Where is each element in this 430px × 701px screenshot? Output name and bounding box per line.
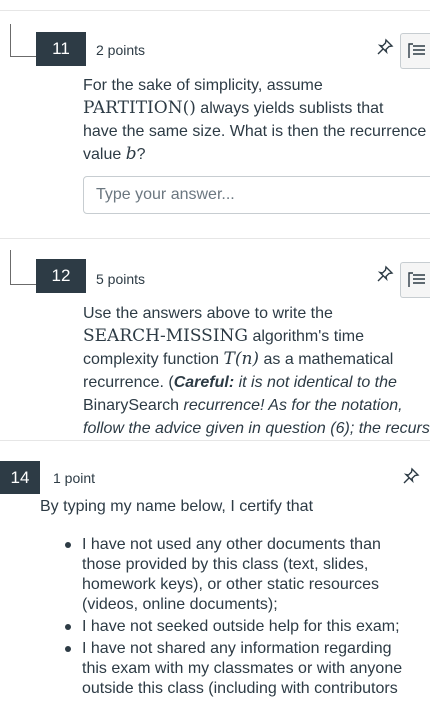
flag-question-button[interactable] (400, 262, 430, 298)
flag-question-icon (408, 43, 425, 58)
divider (0, 440, 430, 441)
question-text-line: For the sake of simplicity, assume (83, 77, 323, 94)
math-variable: b (125, 144, 137, 164)
list-item: I have not seeked outside help for this … (40, 617, 420, 637)
question-text-line: PARTITION() always yields sublists that (83, 97, 383, 120)
question-text-line: complexity function T(n) as a mathematic… (83, 348, 393, 371)
pin-icon[interactable] (374, 263, 396, 285)
question-text-line: value b? (83, 143, 146, 166)
divider (0, 10, 430, 11)
text-span: value (83, 146, 126, 163)
question-text-line: have the same size. What is then the rec… (83, 123, 427, 140)
question-text-line: BinarySearch recurrence! As for the nota… (83, 394, 403, 417)
question-points: 5 points (96, 271, 146, 287)
question-text-line: SEARCH-MISSING algorithm's time (83, 325, 364, 348)
italic-text: follow the advice given in question (6);… (83, 420, 430, 437)
text-span: recurrence. ( (83, 374, 174, 391)
italic-text: recurrence! As for the notation, (179, 397, 403, 414)
list-item: I have not shared any information regard… (40, 639, 420, 699)
question-bracket (10, 250, 37, 285)
emphasis-text: Careful: (173, 374, 235, 391)
flag-question-button[interactable] (400, 33, 430, 69)
math-expression: T(n) (223, 349, 260, 369)
list-item: I have not used any other documents than… (40, 535, 420, 615)
flag-question-icon (408, 272, 425, 287)
pin-icon[interactable] (374, 36, 396, 58)
answer-input[interactable] (83, 176, 430, 214)
question-number-badge: 12 (36, 259, 86, 293)
pin-icon[interactable] (400, 465, 422, 487)
text-span: algorithm's time (248, 328, 364, 345)
question-points: 1 point (53, 470, 96, 486)
math-function: PARTITION() (83, 98, 196, 118)
text-span: always yields sublists that (195, 100, 384, 117)
question-number-badge: 14 (0, 461, 40, 494)
text-span: ? (136, 146, 146, 163)
certification-list: I have not used any other documents than… (40, 535, 420, 701)
certification-intro: By typing my name below, I certify that (40, 498, 314, 515)
text-span: BinarySearch (83, 397, 180, 414)
question-text-line: Use the answers above to write the (83, 305, 333, 322)
question-bracket (10, 24, 37, 57)
question-text-line: follow the advice given in question (6);… (83, 417, 430, 440)
question-text-line: recurrence. (Careful: it is not identica… (83, 371, 397, 394)
text-span: complexity function (83, 351, 224, 368)
text-span: as a mathematical (259, 351, 394, 368)
question-points: 2 points (96, 42, 146, 58)
question-number-badge: 11 (36, 32, 86, 66)
italic-text: it is not identical to the (234, 374, 397, 391)
math-function: SEARCH-MISSING (83, 326, 248, 346)
divider (0, 238, 430, 239)
